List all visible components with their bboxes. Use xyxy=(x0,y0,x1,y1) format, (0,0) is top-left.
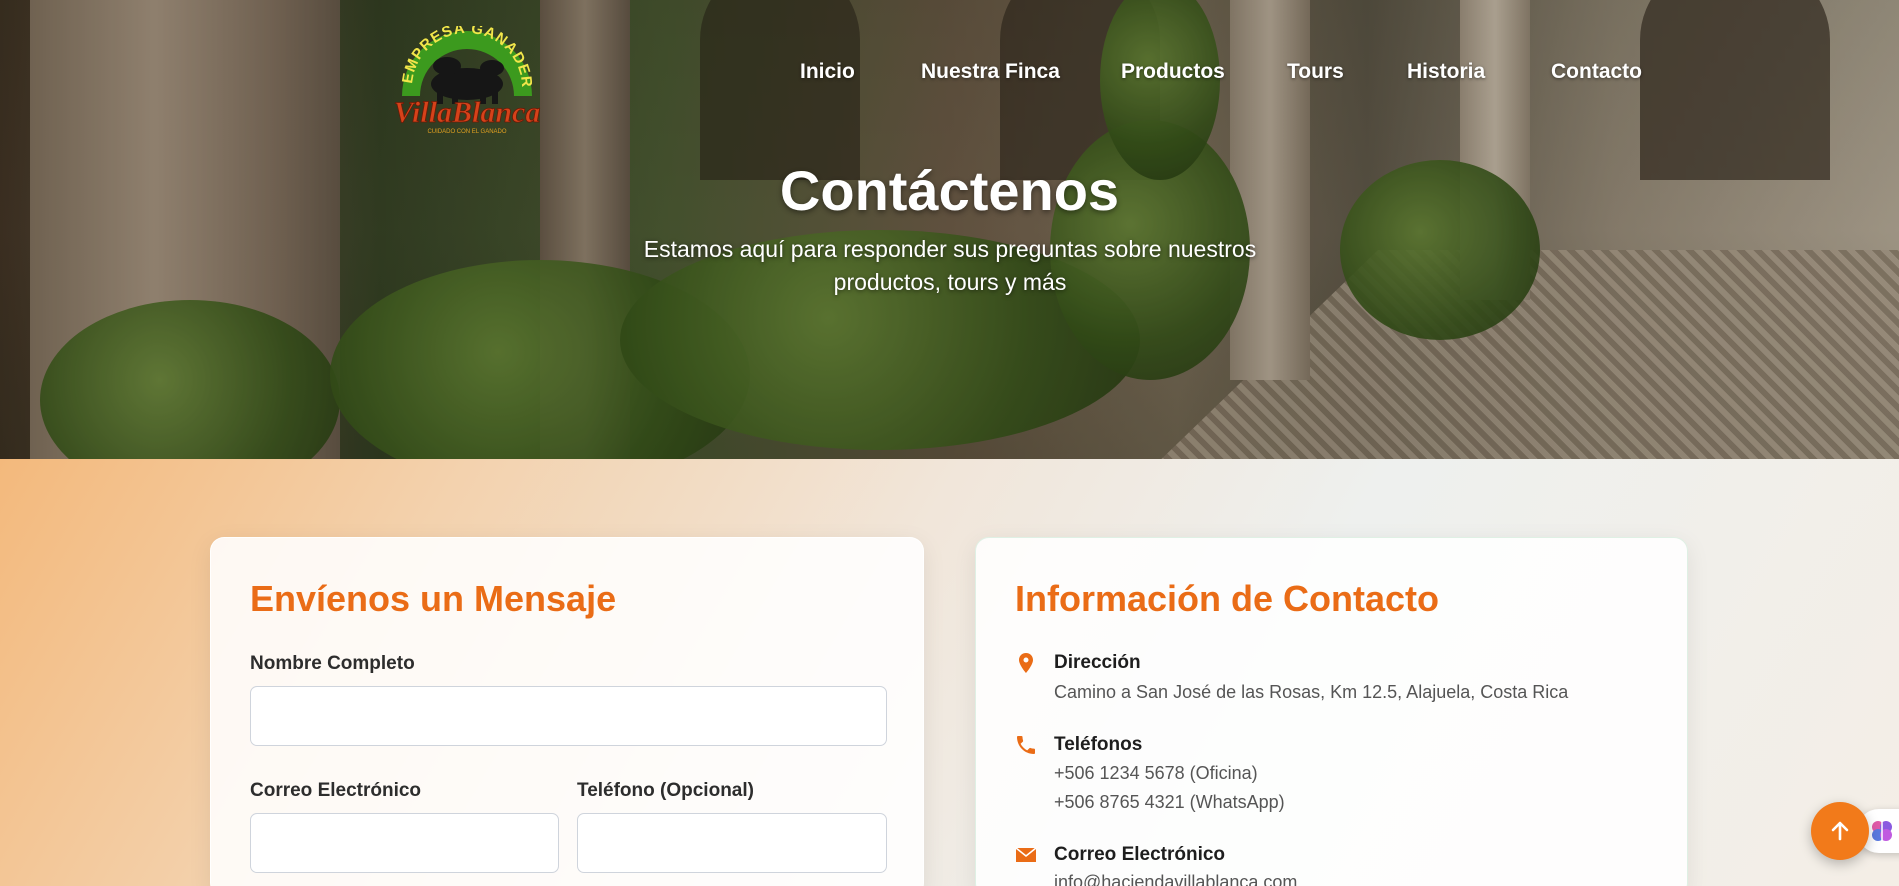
nav-historia[interactable]: Historia xyxy=(1407,60,1485,84)
logo-brand-text: VillaBlanca xyxy=(394,96,541,129)
nav-inicio[interactable]: Inicio xyxy=(800,60,855,84)
phones-title: Teléfonos xyxy=(1054,734,1143,755)
arrow-up-icon xyxy=(1831,821,1849,841)
address-text: Camino a San José de las Rosas, Km 12.5,… xyxy=(1054,682,1569,702)
name-label: Nombre Completo xyxy=(250,653,415,674)
email-title: Correo Electrónico xyxy=(1054,844,1226,865)
logo-tagline: CUIDADO CON EL GANADO xyxy=(427,129,506,135)
phone-whatsapp[interactable]: +506 8765 4321 (WhatsApp) xyxy=(1054,792,1285,813)
nav-contacto[interactable]: Contacto xyxy=(1551,60,1642,84)
phone-icon xyxy=(1017,736,1035,754)
form-title: Envíenos un Mensaje xyxy=(250,578,617,619)
nav-tours[interactable]: Tours xyxy=(1287,60,1344,84)
address-title: Dirección xyxy=(1054,652,1141,673)
email-input[interactable] xyxy=(250,813,559,873)
email-label: Correo Electrónico xyxy=(250,780,422,801)
nav-productos[interactable]: Productos xyxy=(1121,60,1225,84)
scroll-top-button[interactable] xyxy=(1811,802,1869,860)
phone-office[interactable]: +506 1234 5678 (Oficina) xyxy=(1054,763,1258,784)
phone-input[interactable] xyxy=(577,813,887,873)
map-pin-icon xyxy=(1019,653,1033,673)
email-text[interactable]: info@haciendavillablanca.com xyxy=(1054,872,1297,886)
name-input[interactable] xyxy=(250,686,887,746)
page-title: Contáctenos xyxy=(779,159,1120,222)
contact-info-card: Información de Contacto Dirección Camino… xyxy=(975,537,1688,886)
brain-icon xyxy=(1872,821,1892,841)
phone-label: Teléfono (Opcional) xyxy=(577,780,754,801)
message-form-card: Envíenos un Mensaje Nombre Completo Corr… xyxy=(210,537,924,886)
info-title: Información de Contacto xyxy=(1015,578,1440,619)
nav-nuestra-finca[interactable]: Nuestra Finca xyxy=(921,60,1060,84)
page-subtitle: Estamos aquí para responder sus pregunta… xyxy=(643,236,1257,295)
main-nav: Inicio Nuestra Finca Productos Tours His… xyxy=(0,60,1899,90)
envelope-icon xyxy=(1015,847,1037,862)
